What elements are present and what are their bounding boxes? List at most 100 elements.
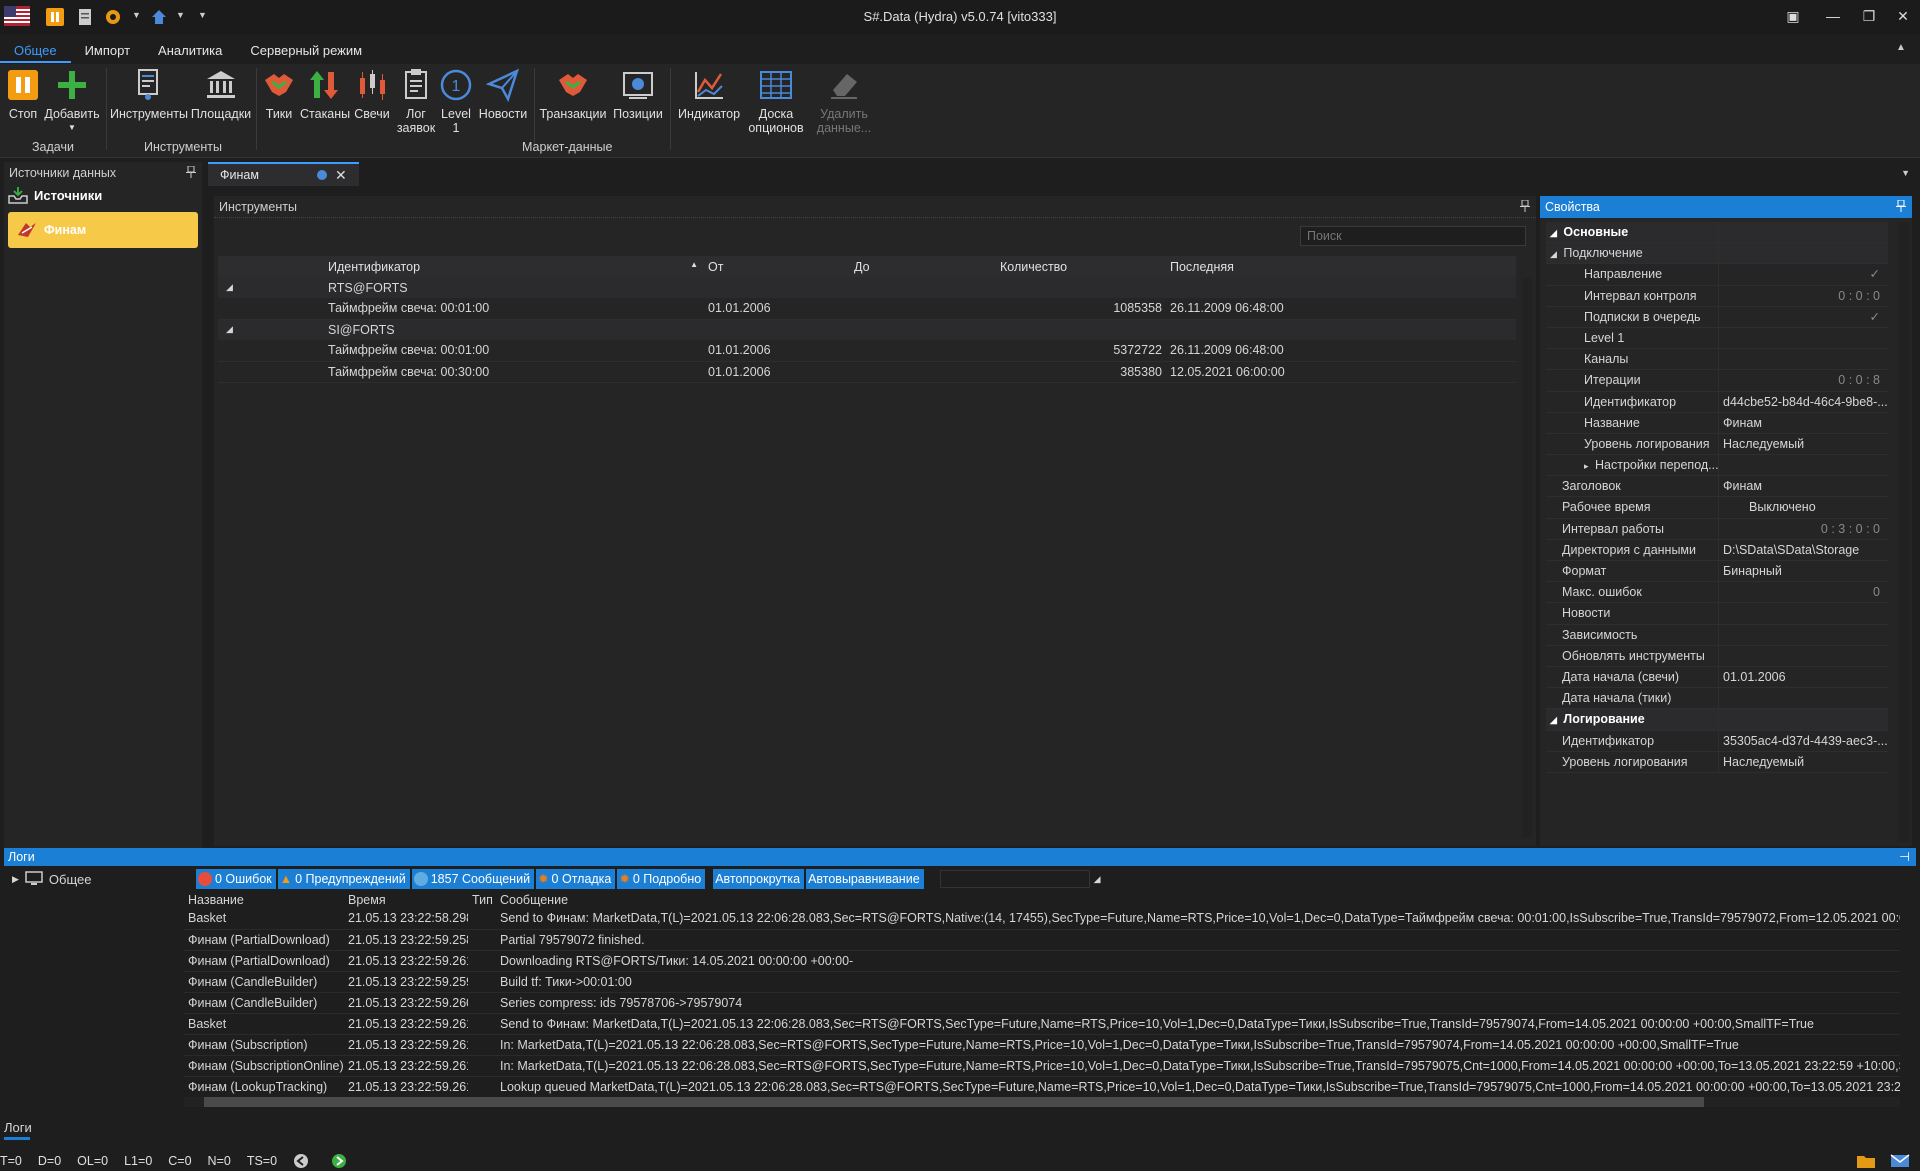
property-value[interactable] xyxy=(1718,709,1888,730)
col-type[interactable]: Тип xyxy=(468,892,496,908)
property-value[interactable]: Наследуемый xyxy=(1718,751,1888,772)
property-row[interactable]: Уровень логирования Наследуемый xyxy=(1546,433,1888,456)
property-row[interactable]: Каналы xyxy=(1546,349,1888,371)
transactions-button[interactable]: Транзакции xyxy=(538,66,608,138)
log-row[interactable]: Basket 21.05.13 23:22:59.261 Send to Финам… xyxy=(184,1013,1900,1034)
close-tab-icon[interactable]: ✕ xyxy=(335,163,347,187)
property-row[interactable]: Директория с данными D:\SData\SData\Stora… xyxy=(1546,539,1888,561)
property-value[interactable]: Выключено xyxy=(1718,497,1888,518)
property-value[interactable]: Финам xyxy=(1718,476,1888,497)
col-from[interactable]: От xyxy=(704,256,850,277)
logs-tree-item-general[interactable]: ▶ Общее xyxy=(4,868,180,890)
expand-icon[interactable]: ▸ xyxy=(1584,461,1591,471)
autoscroll-toggle[interactable]: Автопрокрутка xyxy=(713,869,805,889)
forward-icon[interactable] xyxy=(331,1153,347,1169)
property-value[interactable]: 35305ac4-d37d-4439-aec3-... xyxy=(1718,730,1888,751)
positions-button[interactable]: Позиции xyxy=(610,66,666,138)
property-row[interactable]: Новости xyxy=(1546,603,1888,625)
log-row[interactable]: Финам (PartialDownload) 21.05.13 23:22:59… xyxy=(184,929,1900,950)
order-log-button[interactable]: Лог заявок xyxy=(396,66,436,138)
property-value[interactable] xyxy=(1718,688,1888,709)
property-value[interactable]: ✓ xyxy=(1718,264,1888,285)
col-last[interactable]: Последняя xyxy=(1166,256,1516,277)
source-item-finam[interactable]: Финам xyxy=(8,212,198,248)
tab-general[interactable]: Общее xyxy=(0,39,71,63)
delete-data-button[interactable]: Удалить данные... xyxy=(810,66,878,138)
pin-icon[interactable] xyxy=(1520,200,1530,212)
property-row[interactable]: Идентификатор d44cbe52-b84d-46c4-9be8-... xyxy=(1546,391,1888,413)
property-value[interactable] xyxy=(1718,455,1888,476)
property-row[interactable]: Level 1 xyxy=(1546,327,1888,350)
col-id[interactable]: Идентификатор ▲ xyxy=(324,256,704,277)
stop-button[interactable]: Стоп xyxy=(4,66,42,138)
filter-messages[interactable]: 1857 Сообщений xyxy=(411,869,535,889)
filter-verbose[interactable]: ✹ 0 Подробно xyxy=(617,869,706,889)
property-row[interactable]: Макс. ошибок 0 xyxy=(1546,582,1888,604)
log-row[interactable]: Basket 21.05.13 23:22:58.298 Send to Финам… xyxy=(184,908,1900,929)
search-input[interactable] xyxy=(1300,226,1526,246)
expand-icon[interactable]: ▶ xyxy=(12,874,19,885)
property-row[interactable]: Название Финам xyxy=(1546,412,1888,434)
log-row[interactable]: Финам (SubscriptionOnline) 21.05.13 23:22… xyxy=(184,1055,1900,1076)
property-value[interactable] xyxy=(1718,645,1888,666)
log-row[interactable]: Финам (PartialDownload) 21.05.13 23:22:59… xyxy=(184,950,1900,971)
tab-finam[interactable]: Финам ✕ xyxy=(208,162,359,186)
table-row[interactable]: Таймфрейм свеча: 00:30:00 01.01.2006 385… xyxy=(218,361,1516,382)
property-row[interactable]: Дата начала (свечи) 01.01.2006 xyxy=(1546,666,1888,689)
bottom-tab-logs[interactable]: Логи xyxy=(4,1120,32,1142)
maximize-button[interactable]: ❐ xyxy=(1858,6,1880,26)
logs-search-input[interactable] xyxy=(939,870,1090,888)
tab-list-icon[interactable]: ▼ xyxy=(1901,168,1910,178)
collapse-icon[interactable]: ◢ xyxy=(218,277,324,298)
log-row[interactable]: Финам (CandleBuilder) 21.05.13 23:22:59.2… xyxy=(184,992,1900,1013)
options-board-button[interactable]: Доска опционов xyxy=(746,66,806,138)
property-value[interactable]: Наследуемый xyxy=(1718,433,1888,455)
property-value[interactable]: d44cbe52-b84d-46c4-9be8-... xyxy=(1718,391,1888,412)
indicator-button[interactable]: Индикатор xyxy=(674,66,744,138)
property-value[interactable] xyxy=(1718,327,1888,349)
property-row[interactable]: Формат Бинарный xyxy=(1546,561,1888,583)
autoalign-toggle[interactable]: Автовыравнивание xyxy=(806,869,924,889)
log-row[interactable]: Финам (CandleBuilder) 21.05.13 23:22:59.2… xyxy=(184,971,1900,992)
chevron-down-icon[interactable]: ◢ xyxy=(1094,874,1101,885)
property-value[interactable] xyxy=(1718,222,1888,243)
col-time[interactable]: Время xyxy=(344,892,468,908)
collapse-ribbon-icon[interactable]: ▲ xyxy=(1896,42,1906,53)
property-row[interactable]: Зависимость xyxy=(1546,624,1888,646)
table-row[interactable]: Таймфрейм свеча: 00:01:00 01.01.2006 537… xyxy=(218,340,1516,361)
col-message[interactable]: Сообщение xyxy=(496,892,1900,908)
pin-icon[interactable] xyxy=(186,166,196,178)
restore-layout-icon[interactable]: ▣ xyxy=(1782,6,1804,26)
property-row[interactable]: Подписки в очередь ✓ xyxy=(1546,306,1888,328)
vertical-scrollbar[interactable] xyxy=(1522,278,1532,838)
filter-warnings[interactable]: ▲ 0 Предупреждений xyxy=(277,869,410,889)
filter-errors[interactable]: 0 Ошибок xyxy=(196,869,276,889)
property-row[interactable]: Интервал работы 0 : 3 : 0 : 0 xyxy=(1546,518,1888,540)
property-value[interactable] xyxy=(1718,243,1888,264)
property-value[interactable]: Бинарный xyxy=(1718,561,1888,582)
horizontal-scrollbar[interactable] xyxy=(184,1097,1900,1107)
add-button[interactable]: Добавить ▼ xyxy=(44,66,100,138)
property-row[interactable]: Уровень логирования Наследуемый xyxy=(1546,751,1888,773)
property-value[interactable]: ✓ xyxy=(1718,306,1888,327)
property-value[interactable]: Финам xyxy=(1718,412,1888,433)
sources-root-item[interactable]: Источники xyxy=(4,184,202,206)
group-row[interactable]: ◢ SI@FORTS xyxy=(218,319,1516,340)
property-row[interactable]: ◢ Основные xyxy=(1546,222,1888,244)
collapse-icon[interactable]: ◢ xyxy=(1550,715,1559,725)
instruments-button[interactable]: Инструменты xyxy=(110,66,188,138)
pin-icon[interactable] xyxy=(1896,200,1906,212)
tab-import[interactable]: Импорт xyxy=(71,39,144,63)
property-value[interactable]: D:\SData\SData\Storage xyxy=(1718,539,1888,560)
pin-icon[interactable]: ⊣ xyxy=(1899,848,1910,866)
depths-button[interactable]: Стаканы xyxy=(300,66,350,138)
col-to[interactable]: До xyxy=(850,256,996,277)
property-row[interactable]: Итерации 0 : 0 : 8 xyxy=(1546,370,1888,392)
exchanges-button[interactable]: Площадки xyxy=(190,66,252,138)
property-row[interactable]: ▸ Настройки перепод... xyxy=(1546,455,1888,477)
property-value[interactable] xyxy=(1718,349,1888,370)
tab-server-mode[interactable]: Серверный режим xyxy=(236,39,376,63)
property-value[interactable]: 0 : 0 : 0 xyxy=(1718,285,1888,306)
property-row[interactable]: ◢ Логирование xyxy=(1546,709,1888,731)
ticks-button[interactable]: Тики xyxy=(260,66,298,138)
